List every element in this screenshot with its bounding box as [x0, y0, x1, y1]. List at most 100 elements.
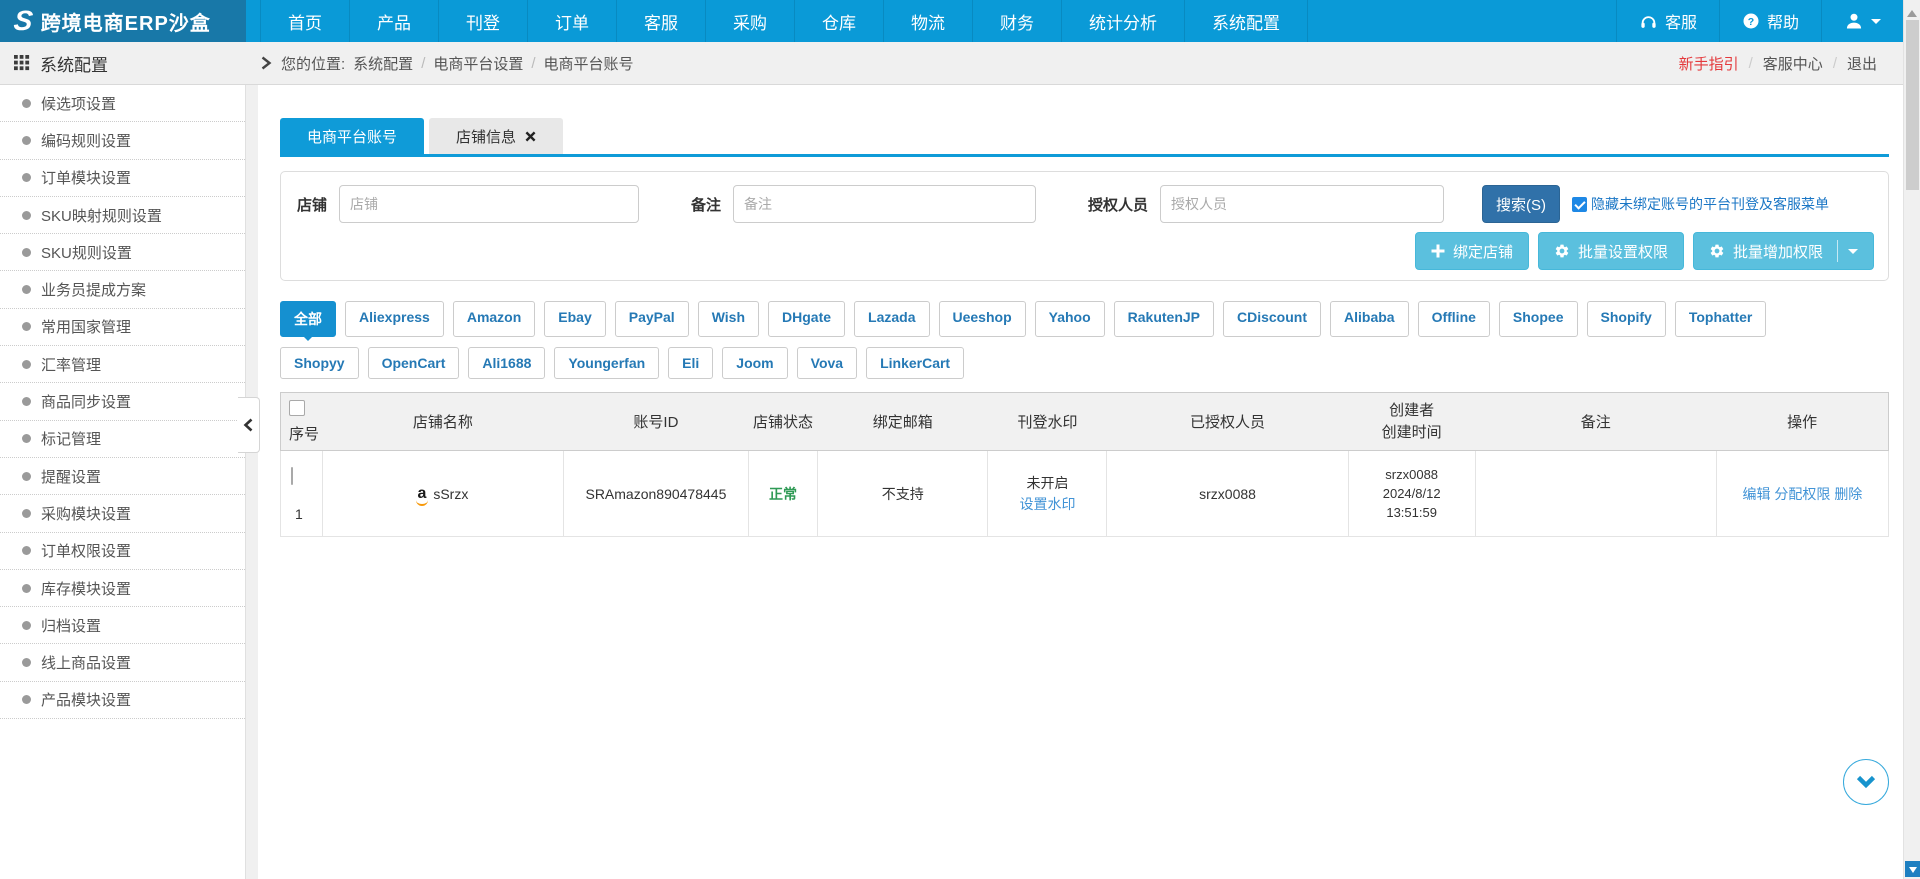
remark-cell: [1475, 451, 1716, 537]
platform-chip[interactable]: Ali1688: [468, 347, 545, 379]
remark-field-label: 备注: [691, 194, 721, 215]
platform-chip[interactable]: OpenCart: [368, 347, 460, 379]
platform-chip[interactable]: Shopify: [1587, 301, 1666, 337]
edit-link[interactable]: 编辑: [1743, 486, 1771, 502]
platform-chip[interactable]: Ebay: [544, 301, 605, 337]
scroll-down-fab[interactable]: [1843, 759, 1889, 805]
tab-shop-info[interactable]: 店铺信息: [429, 118, 563, 154]
nav-item-statistics[interactable]: 统计分析: [1062, 0, 1185, 42]
platform-chip[interactable]: Alibaba: [1330, 301, 1409, 337]
chevron-left-icon: [243, 418, 254, 432]
platform-chip[interactable]: RakutenJP: [1114, 301, 1214, 337]
delete-link[interactable]: 删除: [1834, 486, 1862, 502]
sidebar-item[interactable]: 候选项设置: [0, 85, 245, 122]
sidebar-item[interactable]: 标记管理: [0, 421, 245, 458]
sidebar-item[interactable]: SKU规则设置: [0, 234, 245, 271]
user-menu-button[interactable]: [1821, 0, 1903, 42]
nav-item-logistics[interactable]: 物流: [884, 0, 973, 42]
nav-item-listing[interactable]: 刊登: [439, 0, 528, 42]
sidebar-item[interactable]: 归档设置: [0, 607, 245, 644]
sidebar-item[interactable]: 编码规则设置: [0, 122, 245, 159]
column-header-remark: 备注: [1475, 393, 1716, 451]
sidebar-item[interactable]: 采购模块设置: [0, 495, 245, 532]
row-checkbox[interactable]: [291, 467, 293, 485]
shop-search-input[interactable]: [339, 185, 639, 223]
platform-chip[interactable]: Vova: [797, 347, 857, 379]
bullet-icon: [22, 248, 31, 257]
sidebar-item[interactable]: 业务员提成方案: [0, 271, 245, 308]
remark-search-input[interactable]: [733, 185, 1036, 223]
platform-chip[interactable]: Shopee: [1499, 301, 1578, 337]
nav-item-orders[interactable]: 订单: [528, 0, 617, 42]
watermark-cell: 未开启 设置水印: [988, 451, 1107, 537]
logout-link[interactable]: 退出: [1847, 53, 1877, 74]
app-logo[interactable]: S 跨境电商ERP沙盒: [0, 0, 246, 42]
chevron-down-icon[interactable]: [1848, 249, 1858, 259]
select-all-checkbox[interactable]: [289, 400, 305, 416]
platform-chip[interactable]: PayPal: [615, 301, 689, 337]
sidebar-item[interactable]: 订单模块设置: [0, 160, 245, 197]
nav-item-customer-service[interactable]: 客服: [617, 0, 706, 42]
scroll-down-button[interactable]: [1905, 861, 1920, 877]
service-center-link[interactable]: 客服中心: [1763, 53, 1823, 74]
platform-chip[interactable]: Shopyy: [280, 347, 359, 379]
topbar-service-button[interactable]: 客服: [1616, 0, 1719, 42]
shop-name-cell: a sSrzx: [417, 486, 468, 502]
batch-set-permission-button[interactable]: 批量设置权限: [1538, 232, 1684, 270]
nav-item-system-config[interactable]: 系统配置: [1185, 0, 1308, 42]
platform-filter-row-2: Shopyy OpenCart Ali1688 Youngerfan Eli J…: [280, 347, 1889, 379]
sidebar-item[interactable]: 线上商品设置: [0, 644, 245, 681]
sidebar-item[interactable]: 产品模块设置: [0, 682, 245, 719]
table-row: 1 a sSrzx SRAmazon890478445 正常 不支持 未: [281, 451, 1889, 537]
platform-chip[interactable]: Joom: [722, 347, 787, 379]
platform-chip[interactable]: LinkerCart: [866, 347, 964, 379]
platform-chip[interactable]: Eli: [668, 347, 713, 379]
creator-name: srzx0088: [1349, 465, 1475, 484]
authorizer-search-input[interactable]: [1160, 185, 1444, 223]
sidebar-item[interactable]: 提醒设置: [0, 458, 245, 495]
sidebar-item[interactable]: 订单权限设置: [0, 533, 245, 570]
platform-chip[interactable]: Offline: [1418, 301, 1490, 337]
breadcrumb-item[interactable]: 电商平台设置: [433, 53, 523, 74]
sidebar-item[interactable]: 常用国家管理: [0, 309, 245, 346]
platform-chip[interactable]: Amazon: [453, 301, 535, 337]
platform-chip[interactable]: Youngerfan: [554, 347, 659, 379]
assign-permission-link[interactable]: 分配权限: [1774, 486, 1830, 502]
platform-chip[interactable]: Ueeshop: [939, 301, 1026, 337]
nav-item-home[interactable]: 首页: [260, 0, 350, 42]
tab-platform-account[interactable]: 电商平台账号: [280, 118, 424, 154]
logo-text: 跨境电商ERP沙盒: [41, 7, 211, 36]
platform-chip[interactable]: Tophatter: [1675, 301, 1767, 337]
sidebar-item[interactable]: 汇率管理: [0, 346, 245, 383]
platform-chip[interactable]: Wish: [698, 301, 759, 337]
newbie-guide-link[interactable]: 新手指引: [1679, 53, 1739, 74]
platform-chip[interactable]: CDiscount: [1223, 301, 1321, 337]
hide-unbound-checkbox[interactable]: [1572, 197, 1587, 212]
platform-chip[interactable]: Lazada: [854, 301, 929, 337]
breadcrumb-item[interactable]: 系统配置: [353, 53, 413, 74]
platform-chip[interactable]: DHgate: [768, 301, 845, 337]
close-icon[interactable]: [525, 131, 536, 142]
batch-add-permission-button[interactable]: 批量增加权限: [1693, 232, 1874, 270]
sidebar-collapse-handle[interactable]: [238, 397, 260, 453]
sidebar-item[interactable]: 商品同步设置: [0, 383, 245, 420]
main-nav: 首页 产品 刊登 订单 客服 采购 仓库 物流 财务 统计分析 系统配置: [260, 0, 1616, 42]
platform-chip[interactable]: Yahoo: [1035, 301, 1105, 337]
scrollbar-thumb[interactable]: [1906, 20, 1919, 190]
bind-shop-button[interactable]: 绑定店铺: [1415, 232, 1529, 270]
breadcrumb-item[interactable]: 电商平台账号: [544, 53, 634, 74]
sidebar-item[interactable]: 库存模块设置: [0, 570, 245, 607]
nav-item-warehouse[interactable]: 仓库: [795, 0, 884, 42]
nav-item-purchasing[interactable]: 采购: [706, 0, 795, 42]
search-button[interactable]: 搜索(S): [1482, 185, 1560, 223]
hide-unbound-checkbox-label[interactable]: 隐藏未绑定账号的平台刊登及客服菜单: [1591, 194, 1829, 214]
sidebar-item[interactable]: SKU映射规则设置: [0, 197, 245, 234]
vertical-scrollbar[interactable]: [1903, 0, 1920, 879]
nav-item-products[interactable]: 产品: [350, 0, 439, 42]
nav-item-finance[interactable]: 财务: [973, 0, 1062, 42]
scroll-up-arrow[interactable]: [1907, 5, 1917, 17]
platform-chip[interactable]: Aliexpress: [345, 301, 444, 337]
topbar-help-button[interactable]: ? 帮助: [1719, 0, 1821, 42]
set-watermark-link[interactable]: 设置水印: [1019, 496, 1075, 512]
platform-chip-all[interactable]: 全部: [280, 301, 336, 337]
